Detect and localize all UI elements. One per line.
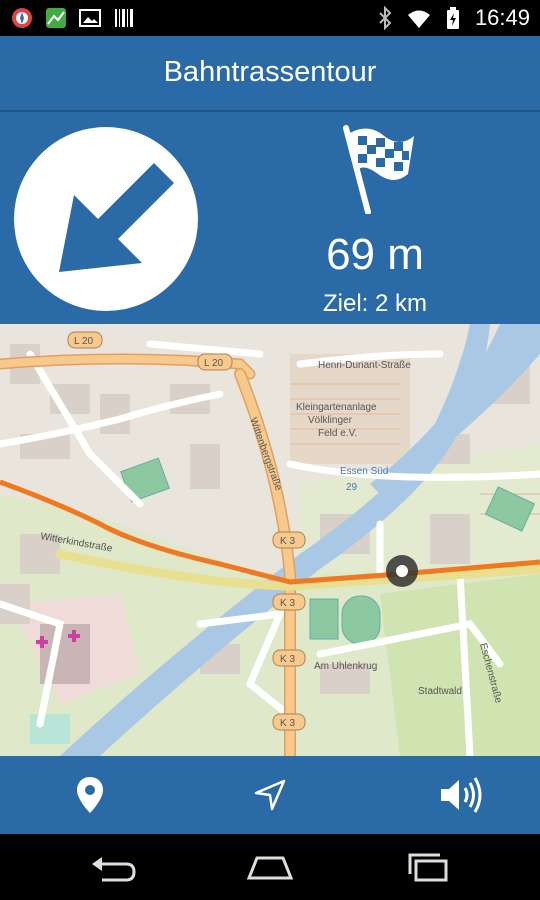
navigation-panel: 69 m Ziel: 2 km (0, 112, 540, 324)
road-label: L 20 (204, 358, 224, 369)
barcode-icon (115, 9, 133, 27)
road-label: K 3 (280, 536, 295, 547)
turn-indicator (14, 127, 198, 311)
map-label: 29 (346, 482, 358, 493)
home-icon (246, 856, 294, 880)
navigation-button[interactable] (247, 772, 293, 818)
location-pin-button[interactable] (67, 772, 113, 818)
battery-icon (446, 7, 459, 29)
recents-icon (408, 853, 448, 882)
sound-button[interactable] (439, 772, 485, 818)
page-title: Bahntrassentour (163, 56, 377, 88)
area-label: Essen Süd (340, 466, 388, 477)
road-label: K 3 (280, 654, 295, 665)
area-label: Kleingartenanlage (296, 402, 377, 413)
street-label: Am Uhlenkrug (314, 661, 377, 672)
road-label: K 3 (280, 598, 295, 609)
image-icon (79, 9, 101, 27)
recents-button[interactable] (404, 852, 454, 882)
location-pin-icon (77, 777, 103, 813)
navigation-arrow-icon (254, 779, 286, 811)
arrow-down-left-icon (59, 163, 174, 272)
bottom-toolbar (0, 756, 540, 834)
app-bar: Bahntrassentour (0, 36, 540, 112)
wifi-icon (407, 10, 430, 28)
checkered-flag-icon (343, 125, 414, 214)
clock: 16:49 (474, 5, 530, 30)
status-bar: 16:49 (0, 0, 540, 36)
home-button[interactable] (245, 852, 295, 882)
street-label: Henri-Dunant-Straße (318, 360, 411, 371)
speaker-icon (441, 777, 482, 813)
area-label: Stadtwald (418, 686, 462, 697)
distance-to-turn: 69 m (326, 230, 424, 279)
back-button[interactable] (88, 852, 138, 882)
back-icon (92, 857, 136, 882)
map-view[interactable]: L 20 L 20 K 3 K 3 K 3 K 3 29 Wittenbergs… (0, 324, 540, 756)
road-label: L 20 (74, 336, 94, 347)
bluetooth-icon (379, 6, 392, 30)
system-navigation-bar (0, 834, 540, 900)
area-label: Feld e.V. (318, 428, 357, 439)
area-label: Völklinger (308, 415, 353, 426)
road-label: K 3 (280, 718, 295, 729)
map-app-icon (46, 8, 66, 28)
compass-app-icon (12, 8, 32, 28)
distance-to-goal: Ziel: 2 km (322, 290, 427, 317)
